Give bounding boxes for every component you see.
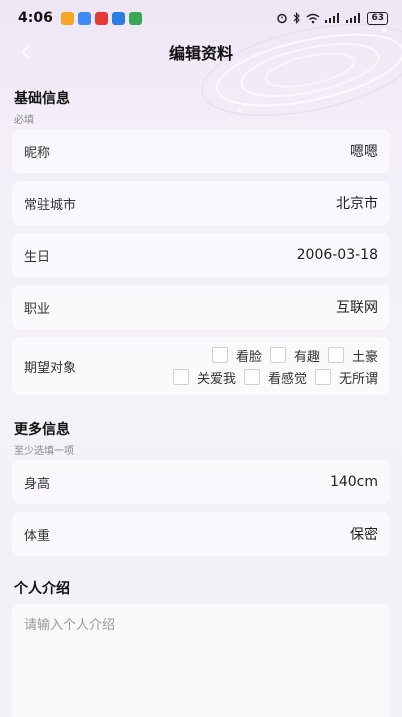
option-feeling[interactable]: 看感觉 bbox=[243, 368, 307, 387]
status-bar: 4:06 63 bbox=[0, 0, 402, 36]
field-label: 职业 bbox=[24, 301, 51, 317]
field-value: 保密 bbox=[350, 527, 378, 543]
chevron-left-icon bbox=[21, 44, 30, 60]
notification-app-icon bbox=[94, 11, 108, 25]
bluetooth-icon bbox=[294, 12, 301, 24]
option-row: 看脸 有趣 土豪 bbox=[204, 346, 378, 365]
field-label: 体重 bbox=[24, 528, 51, 544]
option-label: 看感觉 bbox=[267, 371, 307, 387]
alarm-icon bbox=[277, 13, 288, 24]
back-button[interactable] bbox=[14, 40, 38, 64]
more-info-header: 更多信息 至少选填一项 bbox=[14, 419, 74, 457]
section-title: 更多信息 bbox=[14, 422, 70, 438]
option-label: 土豪 bbox=[351, 349, 378, 365]
section-subtitle: 必填 bbox=[14, 115, 34, 126]
checkbox[interactable] bbox=[327, 347, 344, 363]
expect-options: 看脸 有趣 土豪 关爱我 看感觉 无所谓 bbox=[165, 346, 378, 387]
weight-field[interactable]: 体重 保密 bbox=[12, 512, 390, 556]
notification-app-icon bbox=[77, 11, 91, 25]
option-label: 无所谓 bbox=[338, 371, 378, 387]
status-time: 4:06 bbox=[18, 10, 53, 26]
field-label: 生日 bbox=[24, 249, 51, 265]
field-value: 嗯嗯 bbox=[350, 144, 378, 160]
field-label: 常驻城市 bbox=[24, 197, 77, 213]
height-field[interactable]: 身高 140cm bbox=[12, 460, 390, 504]
battery-icon: 63 bbox=[367, 11, 388, 25]
notification-app-icon bbox=[60, 11, 74, 25]
checkbox[interactable] bbox=[172, 369, 189, 385]
option-label: 关爱我 bbox=[196, 371, 236, 387]
city-field[interactable]: 常驻城市 北京市 bbox=[12, 181, 390, 225]
option-whatever[interactable]: 无所谓 bbox=[314, 368, 378, 387]
field-label: 期望对象 bbox=[24, 360, 77, 376]
option-label: 看脸 bbox=[235, 349, 262, 365]
option-label: 有趣 bbox=[293, 349, 320, 365]
signal-icon bbox=[325, 13, 340, 23]
field-label: 身高 bbox=[24, 476, 51, 492]
section-title: 基础信息 bbox=[14, 91, 70, 107]
field-value: 2006-03-18 bbox=[296, 247, 378, 263]
section-subtitle: 至少选填一项 bbox=[14, 446, 74, 457]
job-field[interactable]: 职业 互联网 bbox=[12, 285, 390, 329]
nickname-field[interactable]: 昵称 嗯嗯 bbox=[12, 129, 390, 173]
expect-partner-field: 期望对象 看脸 有趣 土豪 关爱我 看感觉 无所谓 bbox=[12, 337, 390, 395]
field-label: 昵称 bbox=[24, 145, 51, 161]
section-title: 个人介绍 bbox=[14, 581, 70, 597]
basic-info-header: 基础信息 必填 bbox=[14, 88, 70, 126]
intro-textarea[interactable] bbox=[24, 614, 378, 694]
option-rich[interactable]: 土豪 bbox=[327, 346, 378, 365]
option-looks[interactable]: 看脸 bbox=[211, 346, 262, 365]
page-title: 编辑资料 bbox=[168, 44, 233, 63]
option-fun[interactable]: 有趣 bbox=[269, 346, 320, 365]
wifi-icon bbox=[307, 13, 320, 23]
checkbox[interactable] bbox=[211, 347, 228, 363]
birthday-field[interactable]: 生日 2006-03-18 bbox=[12, 233, 390, 277]
notification-app-icon bbox=[128, 11, 142, 25]
checkbox[interactable] bbox=[243, 369, 260, 385]
notification-app-icon bbox=[111, 11, 125, 25]
intro-box bbox=[12, 604, 390, 717]
field-value: 北京市 bbox=[336, 196, 378, 212]
intro-header: 个人介绍 bbox=[14, 578, 70, 598]
signal-icon bbox=[346, 13, 361, 23]
field-value: 140cm bbox=[329, 474, 378, 490]
checkbox[interactable] bbox=[314, 369, 331, 385]
option-caring[interactable]: 关爱我 bbox=[172, 368, 236, 387]
field-value: 互联网 bbox=[336, 300, 378, 316]
option-row: 关爱我 看感觉 无所谓 bbox=[165, 368, 378, 387]
nav-bar: 编辑资料 bbox=[0, 36, 402, 68]
checkbox[interactable] bbox=[269, 347, 286, 363]
